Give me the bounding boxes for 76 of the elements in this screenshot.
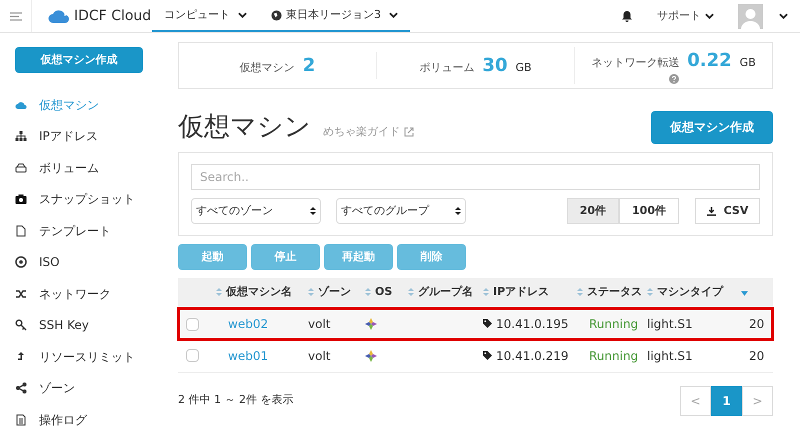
column-header[interactable]: ゾーン xyxy=(308,278,365,308)
sidebar-item[interactable]: ボリューム xyxy=(15,152,166,184)
nav-dropdown[interactable]: 東日本リージョン3 xyxy=(259,0,410,32)
chevron-down-icon xyxy=(779,13,788,19)
filter-select[interactable]: すべてのグループ xyxy=(336,198,466,224)
zone-text: volt xyxy=(308,348,330,363)
stat-label: ネットワーク転送 xyxy=(591,55,680,71)
logo-text: IDCF Cloud xyxy=(74,6,152,26)
column-header[interactable]: OS xyxy=(365,278,408,308)
column-header[interactable]: IPアドレス xyxy=(483,278,577,308)
table-cell: 20 xyxy=(749,348,764,363)
ip-address-text: 10.41.0.219 xyxy=(496,348,569,364)
csv-button[interactable]: CSV xyxy=(695,198,760,224)
stat-unit: GB xyxy=(515,60,532,76)
table-row[interactable]: web02 volt 10.41.0.195 Running light.S1 20 xyxy=(178,308,773,340)
external-link-icon xyxy=(404,126,414,137)
file-icon xyxy=(15,224,27,237)
machine-type-text: light.S1 xyxy=(647,348,693,363)
share-icon xyxy=(15,382,27,394)
table-cell: 20 xyxy=(749,317,764,331)
key-icon xyxy=(15,319,27,332)
table-row[interactable]: web01 volt 10.41.0.219 Running light.S1 20 xyxy=(178,340,773,372)
drive-icon xyxy=(15,162,27,174)
machine-type-text: light.S1 xyxy=(647,317,693,331)
select-arrows-icon xyxy=(310,206,316,216)
stat-value: 30 xyxy=(482,54,508,78)
status-text: Running xyxy=(589,317,638,331)
page-size-button[interactable]: 20件 xyxy=(566,198,620,224)
stat-value: 0.22 xyxy=(687,49,732,73)
arrow-up-icon xyxy=(15,350,27,363)
support-dropdown[interactable]: サポート xyxy=(645,0,726,32)
sidebar-item[interactable]: ネットワーク xyxy=(15,278,166,310)
sidebar-item[interactable]: テンプレート xyxy=(15,215,166,246)
zone-text: volt xyxy=(308,317,330,331)
tag-icon xyxy=(483,319,492,328)
row-checkbox[interactable] xyxy=(186,318,199,330)
os-logo-icon xyxy=(365,350,377,362)
row-checkbox[interactable] xyxy=(186,349,199,362)
column-header[interactable]: マシンタイプ xyxy=(647,278,741,308)
ip-address-text: 10.41.0.195 xyxy=(496,316,569,333)
sidebar-item[interactable]: SSH Key xyxy=(15,310,166,341)
camera-icon xyxy=(15,193,27,206)
search-field[interactable]: Search.. xyxy=(191,164,760,190)
chevron-down-icon xyxy=(705,13,714,19)
status-text: Running xyxy=(589,348,638,363)
shuffle-icon xyxy=(15,288,27,300)
cloud-logo-icon xyxy=(48,8,70,24)
avatar-icon xyxy=(738,4,763,28)
sidebar-item[interactable]: ISO xyxy=(15,246,166,278)
chevron-down-icon xyxy=(238,12,247,18)
stat-label: ボリューム xyxy=(419,60,474,76)
sidebar-item[interactable]: 操作ログ xyxy=(15,404,166,431)
sidebar-item[interactable]: リソースリミット xyxy=(15,341,166,372)
stat-unit: GB xyxy=(740,55,756,71)
stat-label: 仮想マシン xyxy=(240,60,295,76)
select-arrows-icon xyxy=(455,206,461,216)
download-icon xyxy=(706,206,716,216)
sidebar-item[interactable]: スナップショット xyxy=(15,184,166,215)
result-summary: 2 件中 1 ～ 2件 を表示 xyxy=(178,392,294,408)
page-title: 仮想マシン xyxy=(178,114,311,140)
stat-value: 2 xyxy=(302,54,316,78)
disc-icon xyxy=(15,256,27,268)
column-header[interactable]: ステータス xyxy=(577,278,647,308)
page-size-button[interactable]: 100件 xyxy=(619,198,679,224)
document-icon xyxy=(15,414,27,426)
nav-dropdown[interactable]: コンピュート xyxy=(152,0,259,32)
filter-select[interactable]: すべてのゾーン xyxy=(191,198,321,224)
globe-icon xyxy=(271,10,282,20)
sidebar-item[interactable]: ゾーン xyxy=(15,372,166,404)
sidebar-item[interactable]: IPアドレス xyxy=(15,120,166,152)
tag-icon xyxy=(483,351,492,360)
chevron-down-icon xyxy=(389,12,398,18)
os-logo-icon xyxy=(365,318,377,330)
sitemap-icon xyxy=(15,130,27,142)
column-header[interactable]: 仮想マシン名 xyxy=(216,278,308,308)
column-header[interactable]: グループ名 xyxy=(408,278,483,308)
